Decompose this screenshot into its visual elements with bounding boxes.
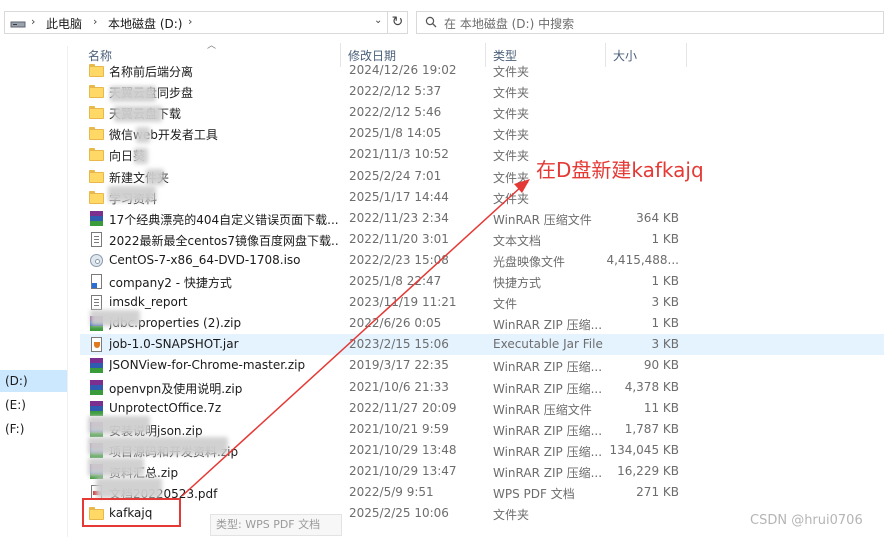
file-type-tooltip: 类型: WPS PDF 文档 bbox=[210, 514, 342, 536]
annotation-text: 在D盘新建kafkajq bbox=[536, 158, 704, 182]
watermark: CSDN @hrui0706 bbox=[750, 513, 863, 528]
annotation-arrow bbox=[181, 179, 530, 497]
